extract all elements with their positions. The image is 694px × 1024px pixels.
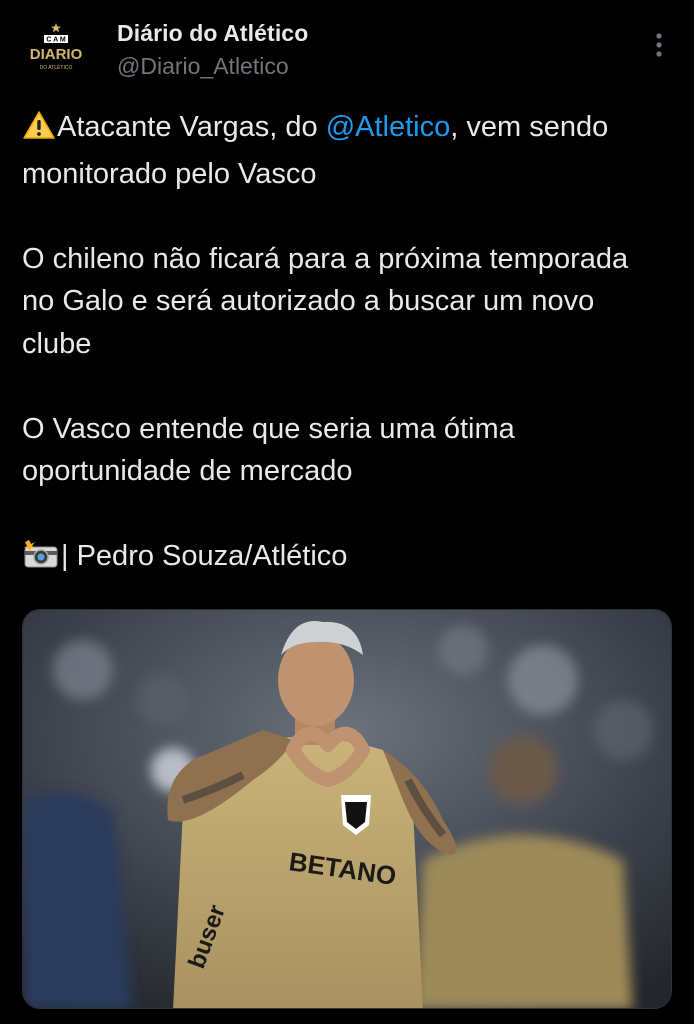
player-heart-gesture-photo-icon: BETANO buser: [23, 610, 671, 1008]
tweet-header: C A M DIARIO DO ATLÉTICO Diário do Atlét…: [0, 0, 694, 95]
author-handle[interactable]: @Diario_Atletico: [117, 51, 308, 81]
avatar[interactable]: C A M DIARIO DO ATLÉTICO: [22, 16, 90, 84]
svg-text:DO ATLÉTICO: DO ATLÉTICO: [40, 64, 73, 71]
mention-link[interactable]: @Atletico: [326, 111, 451, 143]
tweet-text-segment: Atacante Vargas, do: [57, 111, 326, 143]
more-vertical-icon: [656, 33, 662, 57]
tweet-paragraph-3: O Vasco entende que seria uma ótima opor…: [22, 412, 515, 488]
tweet-paragraph-1: Atacante Vargas, do @Atletico, vem sendo…: [22, 106, 662, 195]
svg-text:C A M: C A M: [46, 37, 65, 44]
svg-text:DIARIO: DIARIO: [30, 46, 83, 63]
more-options-button[interactable]: [646, 30, 672, 60]
photo-credit: | Pedro Souza/Atlético: [61, 540, 348, 572]
camera-flash-icon: [22, 539, 60, 582]
tweet-paragraph-credit: | Pedro Souza/Atlético: [22, 535, 662, 582]
tweet-paragraph-2: O chileno não ficará para a próxima temp…: [22, 242, 629, 360]
author-name[interactable]: Diário do Atlético: [117, 18, 308, 48]
author-info[interactable]: Diário do Atlético @Diario_Atletico: [117, 18, 308, 81]
tweet-body: Atacante Vargas, do @Atletico, vem sendo…: [22, 106, 662, 582]
tweet-photo[interactable]: BETANO buser: [22, 609, 672, 1009]
warning-icon: [22, 110, 56, 153]
diario-atletico-logo-icon: C A M DIARIO DO ATLÉTICO: [30, 23, 83, 71]
